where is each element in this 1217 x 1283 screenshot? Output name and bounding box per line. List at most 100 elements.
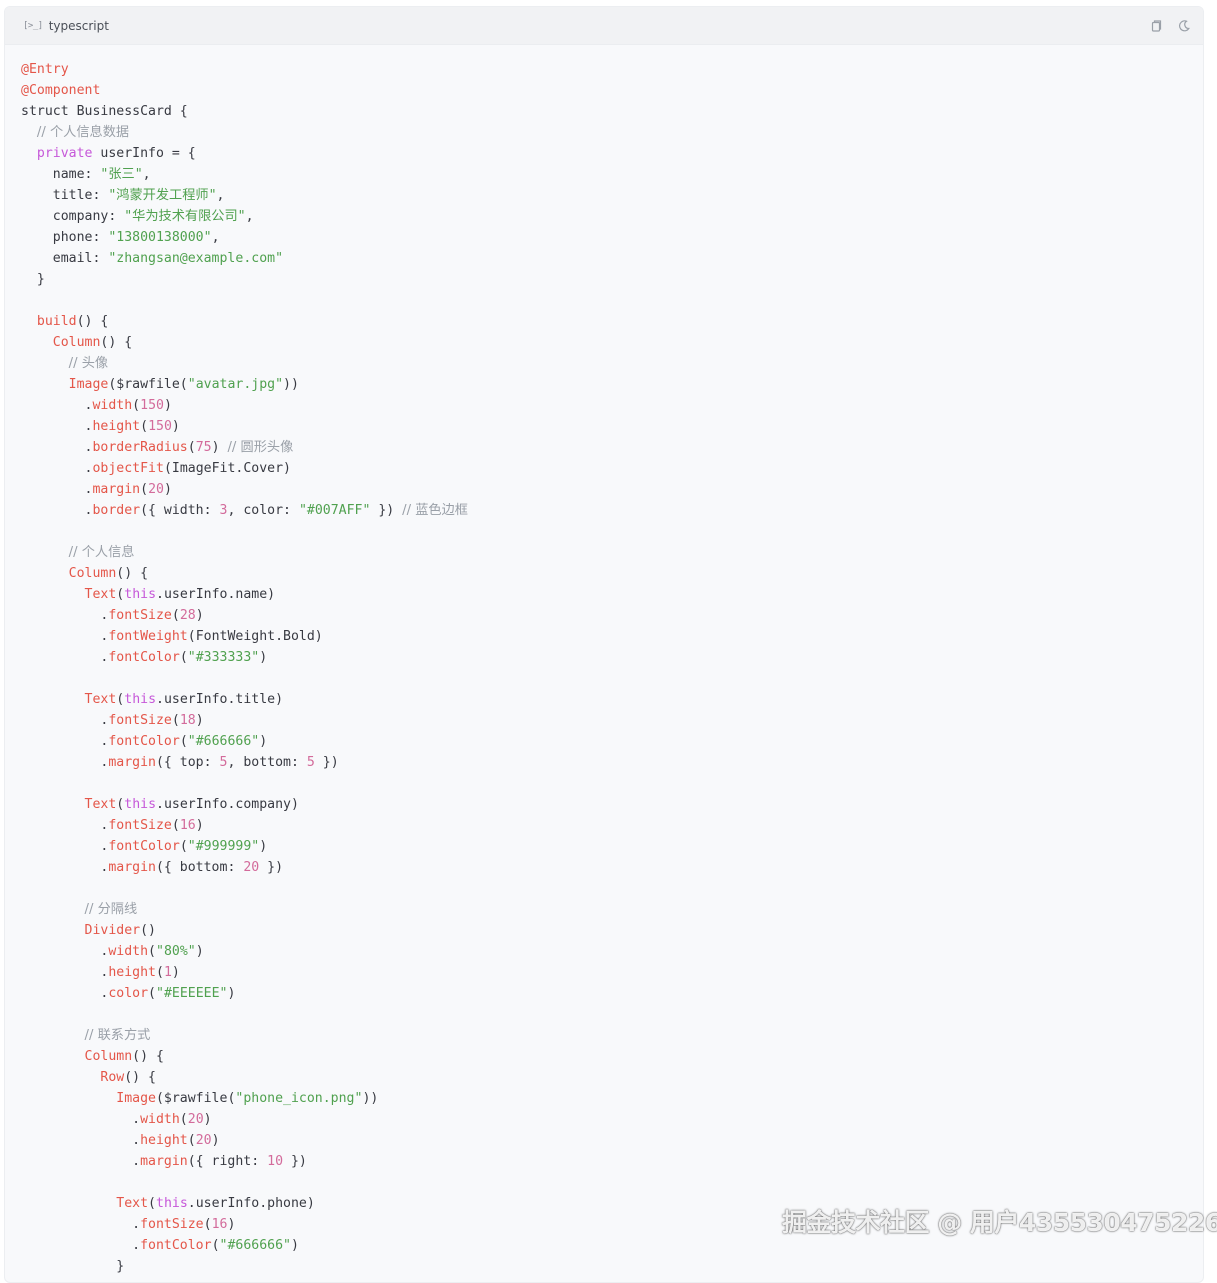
code-token: @Component bbox=[21, 83, 101, 98]
code-token: Divider bbox=[84, 923, 141, 938]
code-token: this bbox=[124, 587, 157, 602]
code-line: // 个人信息 bbox=[21, 542, 1203, 563]
code-token: ( bbox=[171, 713, 180, 728]
code-token: company: bbox=[21, 209, 125, 224]
code-line: // 头像 bbox=[21, 353, 1203, 374]
code-line: // 分隔线 bbox=[21, 899, 1203, 920]
code-token: } bbox=[21, 272, 45, 287]
code-token: 1 bbox=[163, 965, 172, 980]
code-token: () { bbox=[132, 1049, 164, 1064]
code-token: }) bbox=[283, 1154, 307, 1169]
code-token: struct BusinessCard { bbox=[21, 104, 188, 119]
code-token: fontSize bbox=[108, 818, 172, 833]
code-line: } bbox=[21, 1256, 1203, 1277]
code-token: , color: bbox=[227, 503, 299, 518]
code-token: fontColor bbox=[108, 839, 180, 854]
code-token: "phone_icon.png" bbox=[235, 1091, 363, 1106]
code-token: ( bbox=[140, 419, 149, 434]
code-token: . bbox=[21, 860, 109, 875]
code-line: phone: "13800138000", bbox=[21, 227, 1203, 248]
code-token: Text bbox=[84, 692, 117, 707]
copy-icon[interactable] bbox=[1149, 19, 1163, 33]
code-token: . bbox=[21, 986, 109, 1001]
code-line: company: "华为技术有限公司", bbox=[21, 206, 1203, 227]
code-line: // 个人信息数据 bbox=[21, 122, 1203, 143]
code-line: .objectFit(ImageFit.Cover) bbox=[21, 458, 1203, 479]
code-line: .width(20) bbox=[21, 1109, 1203, 1130]
code-token: this bbox=[124, 692, 157, 707]
code-token: 10 bbox=[267, 1154, 284, 1169]
code-block-actions bbox=[1149, 19, 1191, 33]
code-line: Row() { bbox=[21, 1067, 1203, 1088]
code-line: .height(1) bbox=[21, 962, 1203, 983]
code-token: ) bbox=[290, 1238, 299, 1253]
code-line: } bbox=[21, 269, 1203, 290]
code-token: () bbox=[140, 923, 156, 938]
code-line: .height(150) bbox=[21, 416, 1203, 437]
code-token: border bbox=[92, 503, 141, 518]
code-token: title: bbox=[21, 188, 109, 203]
code-token: (ImageFit.Cover) bbox=[163, 461, 291, 476]
code-line: .fontColor("#999999") bbox=[21, 836, 1203, 857]
code-token: "80%" bbox=[156, 944, 196, 959]
code-line: private userInfo = { bbox=[21, 143, 1203, 164]
code-token: @Entry bbox=[21, 62, 69, 77]
code-token: . bbox=[21, 1154, 141, 1169]
code-token: Column bbox=[84, 1049, 133, 1064]
code-token: width bbox=[92, 398, 133, 413]
code-token: , bbox=[142, 167, 151, 182]
code-token: . bbox=[21, 503, 93, 518]
code-token: . bbox=[21, 482, 93, 497]
code-token: (FontWeight.Bold) bbox=[187, 629, 323, 644]
code-token: ) bbox=[195, 818, 204, 833]
code-token: width bbox=[108, 944, 149, 959]
code-token: 20 bbox=[195, 1133, 212, 1148]
code-token: . bbox=[21, 608, 109, 623]
code-token: Text bbox=[84, 587, 117, 602]
code-line: .borderRadius(75) // 圆形头像 bbox=[21, 437, 1203, 458]
code-token: this bbox=[124, 797, 157, 812]
code-token: fontSize bbox=[108, 608, 172, 623]
code-token: Image bbox=[116, 1091, 156, 1106]
code-line: @Entry bbox=[21, 59, 1203, 80]
code-token: height bbox=[108, 965, 156, 980]
code-line: .margin({ bottom: 20 }) bbox=[21, 857, 1203, 878]
code-token: . bbox=[21, 839, 109, 854]
code-token: ( bbox=[179, 839, 188, 854]
code-line: Image($rawfile("avatar.jpg")) bbox=[21, 374, 1203, 395]
code-token: ( bbox=[171, 818, 180, 833]
code-token: ) bbox=[195, 713, 204, 728]
code-token: // 分隔线 bbox=[84, 902, 138, 917]
theme-toggle-icon[interactable] bbox=[1177, 19, 1191, 33]
code-token: "#007AFF" bbox=[298, 503, 371, 518]
code-token: 16 bbox=[179, 818, 196, 833]
code-token: ({ top: bbox=[155, 755, 220, 770]
code-line: struct BusinessCard { bbox=[21, 101, 1203, 122]
code-token: 75 bbox=[195, 440, 212, 455]
code-block: [>_] typescript @Entry @Component struct B… bbox=[4, 6, 1204, 1283]
code-token: ( bbox=[211, 1238, 220, 1253]
code-line: .fontWeight(FontWeight.Bold) bbox=[21, 626, 1203, 647]
code-line: .color("#EEEEEE") bbox=[21, 983, 1203, 1004]
code-token: ) bbox=[227, 986, 236, 1001]
code-token: build bbox=[36, 314, 77, 329]
code-line: title: "鸿蒙开发工程师", bbox=[21, 185, 1203, 206]
code-token: 5 bbox=[306, 755, 315, 770]
code-token: . bbox=[21, 419, 93, 434]
code-line: .margin({ top: 5, bottom: 5 }) bbox=[21, 752, 1203, 773]
code-token: . bbox=[21, 944, 109, 959]
code-token: . bbox=[21, 755, 109, 770]
code-token: "avatar.jpg" bbox=[187, 377, 284, 392]
code-token: ) bbox=[259, 734, 268, 749]
